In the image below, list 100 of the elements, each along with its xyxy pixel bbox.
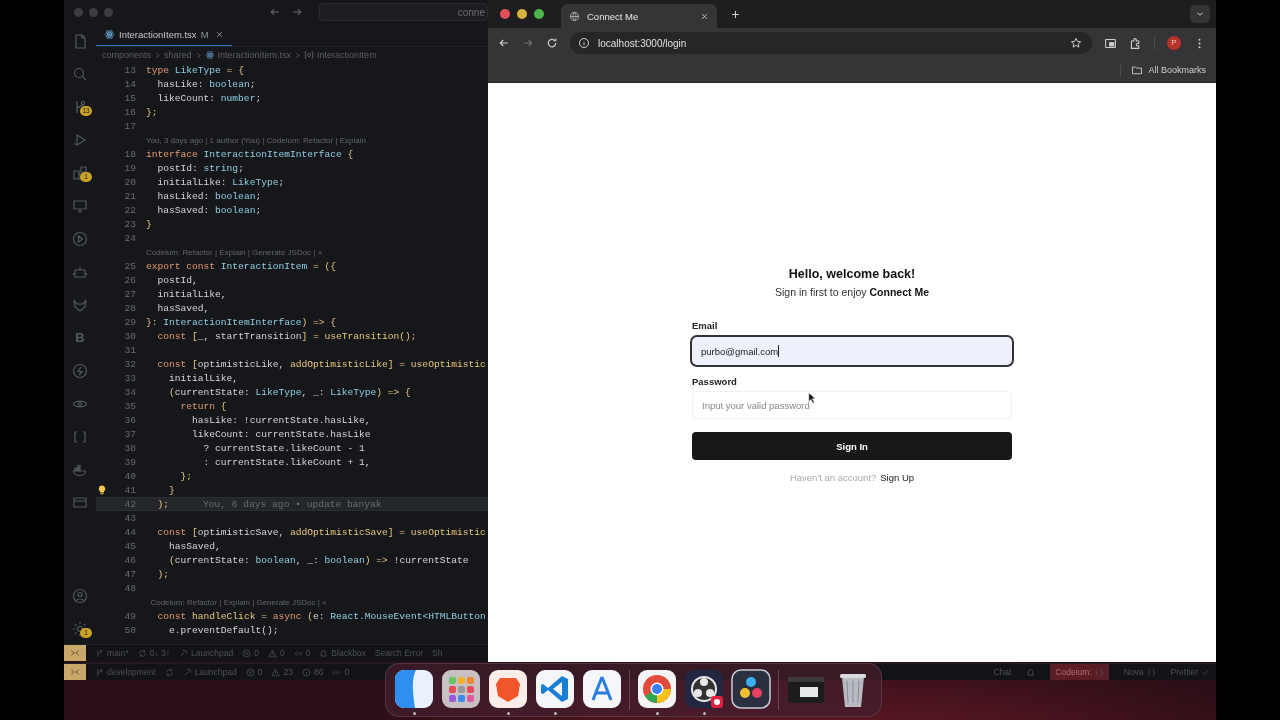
sync-icon[interactable] bbox=[137, 648, 147, 658]
mouse-pointer-icon bbox=[808, 392, 817, 404]
code-line: } bbox=[168, 484, 175, 496]
error-icon[interactable] bbox=[245, 667, 255, 677]
address-bar[interactable]: localhost:3000/login bbox=[570, 32, 1092, 54]
monitor-icon[interactable] bbox=[72, 198, 88, 214]
reload-icon[interactable] bbox=[546, 37, 558, 49]
breadcrumb-item[interactable]: InteractionItem bbox=[317, 50, 377, 60]
window-icon[interactable] bbox=[72, 495, 88, 511]
letter-icon[interactable]: B bbox=[75, 330, 85, 346]
bookmark-folder[interactable]: All Bookmarks bbox=[1131, 64, 1206, 76]
app-icon[interactable] bbox=[441, 669, 481, 709]
forward-arrow-icon[interactable] bbox=[291, 6, 303, 18]
close-icon[interactable] bbox=[700, 11, 709, 21]
line-number: 19 bbox=[123, 162, 136, 174]
app-icon[interactable] bbox=[394, 669, 434, 709]
status-item[interactable]: Nova bbox=[1123, 667, 1144, 677]
code-line: const [optimisticLike, addOptimisticLike] = useOptimistic bbox=[156, 358, 486, 370]
code-line: hasLiked: boolean; bbox=[156, 190, 262, 202]
remote-icon[interactable] bbox=[64, 645, 86, 661]
line-number: 26 bbox=[123, 274, 136, 286]
code-line: return { bbox=[179, 400, 227, 412]
line-number: 33 bbox=[123, 372, 136, 384]
app-icon[interactable] bbox=[637, 669, 677, 709]
braces-icon[interactable] bbox=[1146, 667, 1156, 677]
robot-icon[interactable] bbox=[72, 264, 88, 280]
status-item[interactable]: Blackbox bbox=[331, 648, 366, 658]
launch-icon[interactable] bbox=[179, 648, 189, 658]
line-number: 32 bbox=[123, 358, 136, 370]
new-tab-icon[interactable] bbox=[730, 8, 741, 20]
status-item[interactable]: Codeium: bbox=[1055, 667, 1092, 677]
code-line: (currentState: LikeType, _: LikeType) => { bbox=[168, 386, 411, 398]
warning-icon[interactable] bbox=[271, 667, 281, 677]
check-icon[interactable] bbox=[1201, 667, 1210, 677]
broadcast-icon[interactable] bbox=[332, 667, 342, 677]
settings-icon[interactable] bbox=[72, 621, 88, 637]
status-item[interactable]: Launchpad bbox=[191, 648, 234, 658]
line-number: 15 bbox=[123, 92, 136, 104]
warning-icon[interactable] bbox=[267, 648, 277, 658]
account-icon[interactable] bbox=[72, 588, 88, 604]
code-lens[interactable]: Codeium: Refactor | Explain | Generate JSDoc | × bbox=[146, 247, 323, 257]
bell-icon[interactable] bbox=[1026, 667, 1036, 677]
whale-icon[interactable] bbox=[72, 462, 88, 478]
app-icon[interactable] bbox=[535, 669, 575, 709]
line-number: 35 bbox=[123, 400, 136, 412]
breadcrumb-item[interactable]: components bbox=[102, 50, 152, 60]
search-icon[interactable] bbox=[72, 66, 88, 82]
bookmark-star-icon[interactable] bbox=[1070, 37, 1082, 49]
sidebar-icon[interactable] bbox=[1104, 36, 1117, 50]
line-number: 29 bbox=[123, 316, 136, 328]
code-line: initialLike, bbox=[168, 372, 239, 384]
tab-search-button[interactable] bbox=[1190, 5, 1210, 23]
chevron-icon bbox=[194, 51, 202, 59]
extensions-icon[interactable] bbox=[1129, 36, 1142, 50]
status-item[interactable]: development bbox=[107, 667, 156, 677]
close-icon[interactable] bbox=[214, 30, 224, 39]
run-icon[interactable] bbox=[72, 132, 88, 148]
code-line: e.preventDefault(); bbox=[168, 624, 279, 636]
play-icon[interactable] bbox=[72, 231, 88, 247]
code-lens[interactable]: Codeium: Refactor | Explain | Generate JSDoc | × bbox=[146, 597, 327, 607]
code-line: }: InteractionItemInterface) => { bbox=[146, 316, 336, 328]
lightbulb-icon[interactable] bbox=[98, 485, 106, 495]
sign-in-button[interactable]: Sign In bbox=[692, 432, 1012, 460]
code-line: const [optimisticSave, addOptimisticSave] = useOptimistic bbox=[156, 526, 486, 538]
browser-tab[interactable]: Connect Me bbox=[561, 4, 717, 28]
back-icon[interactable] bbox=[498, 37, 510, 49]
minimize-window-button[interactable] bbox=[517, 9, 527, 19]
app-icon[interactable] bbox=[731, 669, 771, 709]
sign-up-link[interactable]: Sign Up bbox=[880, 472, 915, 483]
app-icon[interactable] bbox=[684, 669, 724, 709]
react-icon bbox=[204, 50, 215, 60]
bolt-icon[interactable] bbox=[72, 363, 88, 379]
input-field[interactable]: Input your valid password bbox=[692, 391, 1012, 419]
app-icon[interactable] bbox=[582, 669, 622, 709]
code-line: }; bbox=[146, 106, 158, 118]
fox-icon[interactable] bbox=[72, 297, 88, 313]
remote-icon[interactable] bbox=[64, 664, 86, 680]
breadcrumb-item[interactable]: shared bbox=[164, 50, 192, 60]
extensions-icon[interactable] bbox=[72, 165, 88, 181]
command-center-field[interactable]: conne bbox=[319, 3, 488, 21]
breadcrumb-item[interactable]: InteractionItem.tsx bbox=[217, 50, 292, 60]
error-icon[interactable] bbox=[242, 648, 252, 658]
app-icon[interactable] bbox=[488, 669, 528, 709]
files-icon[interactable] bbox=[72, 33, 88, 49]
close-window-button[interactable] bbox=[500, 9, 510, 19]
profile-avatar[interactable]: P bbox=[1167, 36, 1181, 50]
back-arrow-icon[interactable] bbox=[269, 6, 281, 18]
code-line: export const InteractionItem = ({ bbox=[146, 260, 336, 272]
broadcast-icon[interactable] bbox=[293, 648, 303, 658]
code-line: hasLike: boolean; bbox=[156, 78, 256, 90]
code-lens[interactable]: You, 3 days ago | 1 author (You) | Codeium: Refactor | Explain bbox=[146, 135, 366, 145]
brackets-icon[interactable] bbox=[72, 429, 88, 445]
status-item[interactable]: 23 bbox=[283, 667, 293, 677]
sync-icon[interactable] bbox=[164, 667, 174, 677]
input-field[interactable]: purbo@gmail.com bbox=[690, 335, 1014, 367]
launch-icon[interactable] bbox=[182, 667, 192, 677]
bell-icon[interactable] bbox=[319, 648, 329, 658]
status-highlight[interactable]: Codeium: bbox=[1050, 664, 1109, 680]
globe-icon bbox=[569, 10, 580, 22]
zoom-window-button[interactable] bbox=[534, 9, 544, 19]
